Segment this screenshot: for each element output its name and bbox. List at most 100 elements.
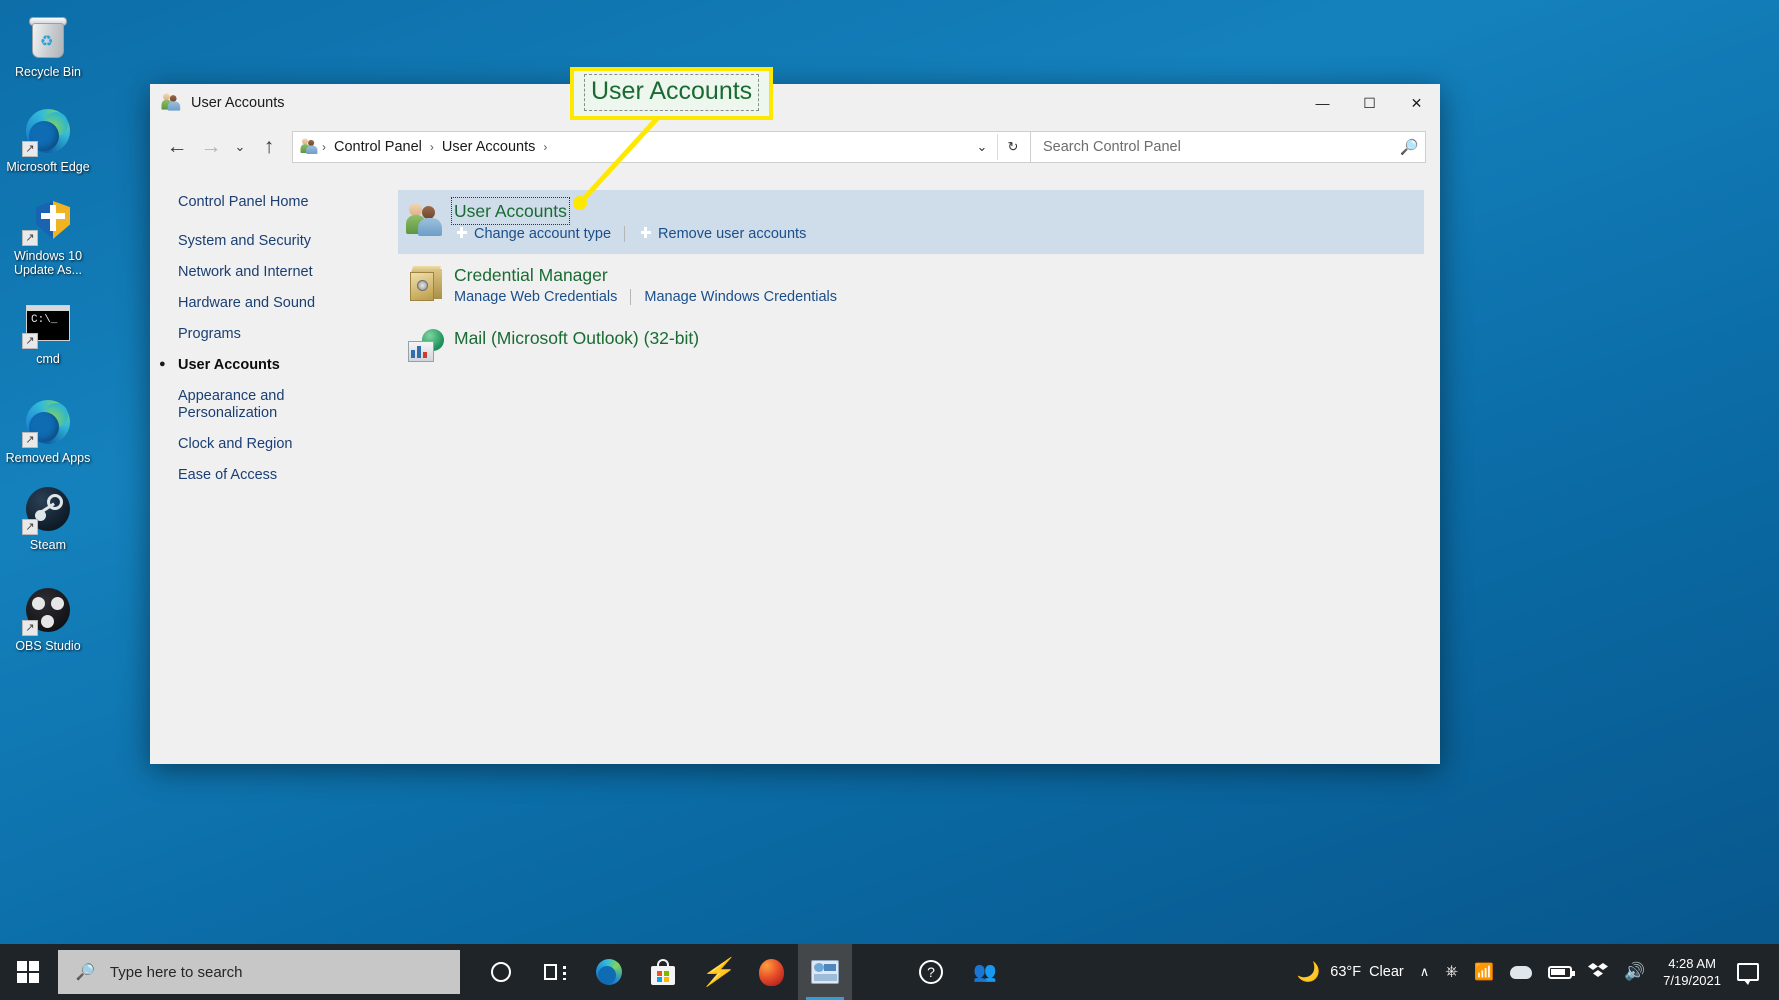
category-links: Manage Web Credentials Manage Windows Cr… <box>454 289 1424 305</box>
tray-battery[interactable] <box>1540 965 1580 979</box>
recent-locations-button[interactable]: ⌄ <box>228 130 252 164</box>
tray-onedrive[interactable] <box>1502 965 1540 979</box>
breadcrumb-separator-trailing[interactable]: › <box>542 140 548 154</box>
breadcrumb-user-accounts[interactable]: User Accounts <box>435 132 543 162</box>
wifi-icon: 📶 <box>1474 964 1494 981</box>
microsoft-edge-icon <box>596 959 622 985</box>
maximize-button[interactable]: ☐ <box>1346 84 1393 122</box>
taskbar-item-task-view[interactable] <box>528 944 582 1000</box>
search-input[interactable]: Search Control Panel <box>1043 139 1400 155</box>
sidebar-item-appearance-and-personalization[interactable]: Appearance and Personalization <box>176 388 296 422</box>
taskbar-search-box[interactable]: 🔍 Type here to search <box>58 950 460 994</box>
tray-dropbox[interactable] <box>1580 962 1616 982</box>
taskbar-item-control-panel[interactable] <box>798 944 852 1000</box>
tray-overflow-button[interactable]: ∧ <box>1412 964 1438 980</box>
category-title-mail[interactable]: Mail (Microsoft Outlook) (32-bit) <box>454 327 699 349</box>
tray-temperature: 63°F <box>1330 964 1362 980</box>
shortcut-arrow-icon: ↗ <box>22 519 38 535</box>
desktop-icon-label: cmd <box>36 352 60 366</box>
tray-weather[interactable]: 🌙 63°F Clear <box>1289 960 1412 984</box>
desktop-icon-steam[interactable]: ↗ Steam <box>0 483 96 552</box>
category-row-credential-manager[interactable]: Credential Manager Manage Web Credential… <box>398 254 1424 317</box>
user-accounts-icon <box>398 200 454 242</box>
link-label: Change account type <box>474 225 612 242</box>
windows-logo-icon <box>17 961 39 983</box>
taskbar: 🔍 Type here to search ⚡ ? 👥 🌙 63°F Clear… <box>0 944 1779 1000</box>
taskbar-search-input[interactable]: Type here to search <box>110 964 243 981</box>
desktop-icon-obs-studio[interactable]: ↗ OBS Studio <box>0 584 96 653</box>
microsoft-store-icon <box>651 959 675 985</box>
close-button[interactable]: ✕ <box>1393 84 1440 122</box>
sidebar-item-network-and-internet[interactable]: Network and Internet <box>176 264 376 281</box>
tray-volume[interactable]: 🔊 <box>1616 962 1653 982</box>
taskbar-item-help[interactable]: ? <box>904 944 958 1000</box>
sidebar-item-hardware-and-sound[interactable]: Hardware and Sound <box>176 295 376 312</box>
divider <box>624 225 626 242</box>
category-links: Change account type Remove user accounts <box>454 225 1424 242</box>
sidebar-item-control-panel-home[interactable]: Control Panel Home <box>176 194 376 211</box>
window-title: User Accounts <box>191 95 285 111</box>
sidebar-item-system-and-security[interactable]: System and Security <box>176 233 376 250</box>
uac-shield-icon <box>454 225 469 242</box>
taskbar-clock[interactable]: 4:28 AM 7/19/2021 <box>1653 955 1731 989</box>
tray-screen-rotation[interactable]: ⎈ <box>1437 963 1466 981</box>
desktop-icon-recycle-bin[interactable]: ♻ Recycle Bin <box>0 10 96 79</box>
desktop: ♻ Recycle Bin ↗ Microsoft Edge ↗ Windows… <box>0 0 1779 1000</box>
action-center-button[interactable] <box>1731 963 1771 985</box>
annotation-callout: User Accounts <box>570 67 774 120</box>
link-change-account-type[interactable]: Change account type <box>454 225 611 242</box>
control-panel-icon <box>811 960 839 984</box>
breadcrumb-control-panel[interactable]: Control Panel <box>327 132 429 162</box>
control-panel-window: User Accounts — ☐ ✕ ← → ⌄ ↑ › Control Pa… <box>150 84 1440 764</box>
uac-shield-icon <box>638 225 653 242</box>
annotation-callout-label: User Accounts <box>591 77 753 105</box>
user-accounts-icon <box>161 93 182 113</box>
search-icon: 🔍 <box>1400 139 1419 156</box>
address-bar[interactable]: › Control Panel › User Accounts › ⌄ ↻ <box>292 131 1031 163</box>
minimize-button[interactable]: — <box>1299 84 1346 122</box>
desktop-icon-removed-apps[interactable]: ↗ Removed Apps <box>0 396 96 465</box>
link-manage-web-credentials[interactable]: Manage Web Credentials <box>454 289 617 305</box>
firefox-icon <box>758 958 784 986</box>
tray-wifi[interactable]: 📶 <box>1466 962 1502 982</box>
taskbar-item-microsoft-store[interactable] <box>636 944 690 1000</box>
taskbar-item-firefox[interactable] <box>744 944 798 1000</box>
desktop-icon-microsoft-edge[interactable]: ↗ Microsoft Edge <box>0 105 96 174</box>
taskbar-item-people[interactable]: 👥 <box>958 944 1012 1000</box>
search-control-panel-box[interactable]: Search Control Panel 🔍 <box>1031 131 1426 163</box>
desktop-icon-cmd[interactable]: C:\_ ↗ cmd <box>0 297 96 366</box>
windows-update-shield-icon: ↗ <box>22 194 74 246</box>
sidebar-item-user-accounts[interactable]: User Accounts <box>159 356 376 374</box>
category-title-credential-manager[interactable]: Credential Manager <box>454 264 608 286</box>
link-remove-user-accounts[interactable]: Remove user accounts <box>638 225 806 242</box>
link-manage-windows-credentials[interactable]: Manage Windows Credentials <box>644 289 837 305</box>
clock-time: 4:28 AM <box>1668 956 1716 971</box>
link-label: Remove user accounts <box>658 225 807 242</box>
up-button[interactable]: ↑ <box>252 130 286 164</box>
back-button[interactable]: ← <box>160 130 194 164</box>
sidebar-item-ease-of-access[interactable]: Ease of Access <box>176 467 376 484</box>
sidebar-item-clock-and-region[interactable]: Clock and Region <box>176 436 376 453</box>
forward-button[interactable]: → <box>194 130 228 164</box>
sidebar-item-programs[interactable]: Programs <box>176 326 376 343</box>
taskbar-item-microsoft-edge[interactable] <box>582 944 636 1000</box>
category-title-user-accounts[interactable]: User Accounts <box>451 197 570 225</box>
category-row-mail[interactable]: Mail (Microsoft Outlook) (32-bit) <box>398 317 1424 375</box>
credential-vault-icon <box>398 264 454 305</box>
taskbar-item-lightning-app[interactable]: ⚡ <box>690 944 744 1000</box>
start-button[interactable] <box>0 944 56 1000</box>
desktop-icon-windows-10-update-assistant[interactable]: ↗ Windows 10 Update As... <box>0 194 96 277</box>
system-tray: 🌙 63°F Clear ∧ ⎈ 📶 🔊 4:28 AM 7/19/2021 <box>1289 955 1779 989</box>
mail-outlook-icon <box>398 327 454 363</box>
refresh-button[interactable]: ↻ <box>998 132 1028 162</box>
recycle-bin-icon: ♻ <box>22 10 74 62</box>
shortcut-arrow-icon: ↗ <box>22 620 38 636</box>
category-row-user-accounts[interactable]: User Accounts Change account type Remove… <box>398 190 1424 254</box>
address-dropdown-button[interactable]: ⌄ <box>967 132 997 162</box>
shortcut-arrow-icon: ↗ <box>22 333 38 349</box>
battery-icon <box>1547 965 1575 979</box>
window-titlebar[interactable]: User Accounts — ☐ ✕ <box>150 84 1440 122</box>
microsoft-edge-icon: ↗ <box>22 105 74 157</box>
taskbar-item-cortana[interactable] <box>474 944 528 1000</box>
desktop-icon-list: ♻ Recycle Bin ↗ Microsoft Edge ↗ Windows… <box>0 8 96 657</box>
